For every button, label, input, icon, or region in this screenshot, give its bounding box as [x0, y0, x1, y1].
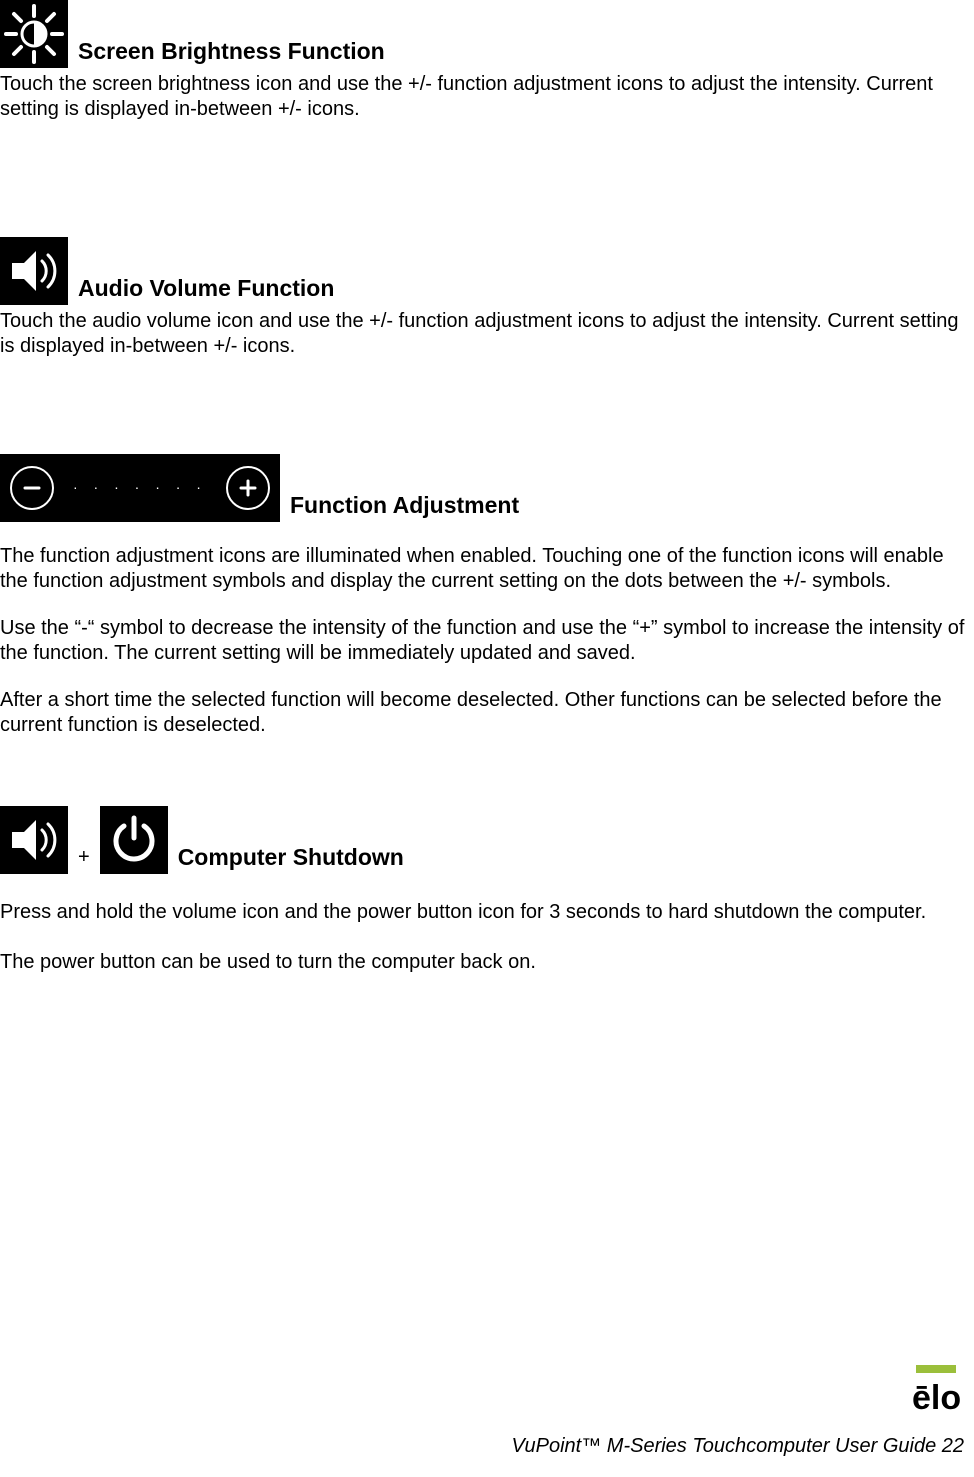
- brightness-body: Touch the screen brightness icon and use…: [0, 72, 974, 122]
- adjust-p2: Use the “-“ symbol to decrease the inten…: [0, 616, 974, 666]
- page-footer: ēlo VuPoint™ M-Series Touchcomputer User…: [512, 1361, 964, 1459]
- volume-heading: Audio Volume Function: [78, 274, 334, 305]
- function-adjustment-icon: · · · · · · ·: [0, 454, 280, 522]
- adjust-heading-row: · · · · · · · Function Adjustment: [0, 454, 974, 522]
- plus-separator: +: [68, 845, 100, 874]
- brightness-heading: Screen Brightness Function: [78, 37, 385, 68]
- plus-icon: [226, 466, 270, 510]
- brightness-heading-row: Screen Brightness Function: [0, 0, 974, 68]
- adjust-heading: Function Adjustment: [290, 491, 519, 522]
- footer-text: VuPoint™ M-Series Touchcomputer User Gui…: [512, 1434, 964, 1459]
- minus-icon: [10, 466, 54, 510]
- adjustment-dots: · · · · · · ·: [54, 479, 226, 497]
- svg-text:ēlo: ēlo: [912, 1379, 961, 1417]
- shutdown-p2: The power button can be used to turn the…: [0, 950, 974, 975]
- volume-icon-2: [0, 806, 68, 874]
- shutdown-heading-row: + Computer Shutdown: [0, 806, 974, 874]
- adjust-p3: After a short time the selected function…: [0, 688, 974, 738]
- adjust-p1: The function adjustment icons are illumi…: [0, 544, 974, 594]
- shutdown-heading: Computer Shutdown: [178, 843, 404, 874]
- shutdown-p1: Press and hold the volume icon and the p…: [0, 896, 974, 928]
- volume-body: Touch the audio volume icon and use the …: [0, 309, 974, 359]
- volume-icon: [0, 237, 68, 305]
- power-icon: [100, 806, 168, 874]
- volume-heading-row: Audio Volume Function: [0, 237, 974, 305]
- brightness-icon: [0, 0, 68, 68]
- elo-logo-icon: ēlo: [908, 1361, 964, 1424]
